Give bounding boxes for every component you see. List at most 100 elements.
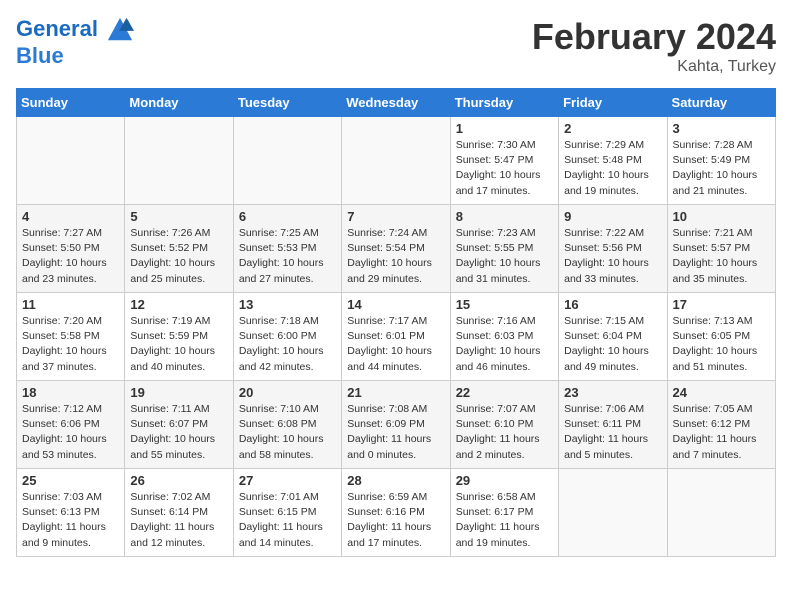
day-number: 10 (673, 209, 770, 224)
calendar-cell: 25Sunrise: 7:03 AM Sunset: 6:13 PM Dayli… (17, 469, 125, 557)
day-number: 4 (22, 209, 119, 224)
calendar-cell: 22 Sunrise: 7:07 AM Sunset: 6:10 PM Dayli… (450, 381, 558, 469)
day-info: Sunrise: 7:30 AM Sunset: 5:47 PM Dayligh… (456, 138, 553, 199)
day-number: 23 (564, 385, 661, 400)
logo: General Blue (16, 16, 134, 68)
day-info: Sunrise: 7:15 AM Sunset: 6:04 PM Dayligh… (564, 314, 661, 375)
day-info: Sunrise: 7:06 AM Sunset: 6:11 PM Dayligh… (564, 402, 661, 463)
calendar-cell: 14 Sunrise: 7:17 AM Sunset: 6:01 PM Dayli… (342, 293, 450, 381)
calendar-cell: 16 Sunrise: 7:15 AM Sunset: 6:04 PM Dayli… (559, 293, 667, 381)
day-info: Sunrise: 7:28 AM Sunset: 5:49 PM Dayligh… (673, 138, 770, 199)
day-info: Sunrise: 7:16 AM Sunset: 6:03 PM Dayligh… (456, 314, 553, 375)
calendar-cell: 4 Sunrise: 7:27 AM Sunset: 5:50 PM Daylig… (17, 205, 125, 293)
calendar-cell (125, 117, 233, 205)
day-number: 9 (564, 209, 661, 224)
calendar-cell: 26 Sunrise: 7:02 AM Sunset: 6:14 PM Dayli… (125, 469, 233, 557)
calendar-cell: 10 Sunrise: 7:21 AM Sunset: 5:57 PM Dayli… (667, 205, 775, 293)
day-number: 24 (673, 385, 770, 400)
day-info: Sunrise: 7:21 AM Sunset: 5:57 PM Dayligh… (673, 226, 770, 287)
page-header: General Blue February 2024 Kahta, Turkey (16, 16, 776, 76)
month-title: February 2024 (532, 16, 776, 58)
day-info: Sunrise: 7:03 AM Sunset: 6:13 PM Dayligh… (22, 490, 119, 551)
calendar-cell (559, 469, 667, 557)
day-info: Sunrise: 6:58 AM Sunset: 6:17 PM Dayligh… (456, 490, 553, 551)
day-info: Sunrise: 7:02 AM Sunset: 6:14 PM Dayligh… (130, 490, 227, 551)
calendar-cell: 23 Sunrise: 7:06 AM Sunset: 6:11 PM Dayli… (559, 381, 667, 469)
calendar-cell: 3 Sunrise: 7:28 AM Sunset: 5:49 PM Daylig… (667, 117, 775, 205)
calendar-cell: 5 Sunrise: 7:26 AM Sunset: 5:52 PM Daylig… (125, 205, 233, 293)
day-info: Sunrise: 7:24 AM Sunset: 5:54 PM Dayligh… (347, 226, 444, 287)
day-info: Sunrise: 7:01 AM Sunset: 6:15 PM Dayligh… (239, 490, 336, 551)
calendar-cell: 15 Sunrise: 7:16 AM Sunset: 6:03 PM Dayli… (450, 293, 558, 381)
day-number: 14 (347, 297, 444, 312)
weekday-header-sunday: Sunday (17, 89, 125, 117)
calendar-cell (233, 117, 341, 205)
weekday-header-tuesday: Tuesday (233, 89, 341, 117)
calendar-cell: 18 Sunrise: 7:12 AM Sunset: 6:06 PM Dayli… (17, 381, 125, 469)
calendar-cell: 29 Sunrise: 6:58 AM Sunset: 6:17 PM Dayli… (450, 469, 558, 557)
day-number: 29 (456, 473, 553, 488)
day-info: Sunrise: 7:26 AM Sunset: 5:52 PM Dayligh… (130, 226, 227, 287)
day-info: Sunrise: 7:07 AM Sunset: 6:10 PM Dayligh… (456, 402, 553, 463)
logo-text: General (16, 16, 134, 44)
day-info: Sunrise: 7:27 AM Sunset: 5:50 PM Dayligh… (22, 226, 119, 287)
weekday-header-monday: Monday (125, 89, 233, 117)
day-number: 15 (456, 297, 553, 312)
day-number: 16 (564, 297, 661, 312)
day-number: 27 (239, 473, 336, 488)
calendar-cell (342, 117, 450, 205)
day-number: 6 (239, 209, 336, 224)
day-info: Sunrise: 7:12 AM Sunset: 6:06 PM Dayligh… (22, 402, 119, 463)
day-number: 28 (347, 473, 444, 488)
day-number: 13 (239, 297, 336, 312)
title-block: February 2024 Kahta, Turkey (532, 16, 776, 76)
calendar-cell: 11Sunrise: 7:20 AM Sunset: 5:58 PM Dayli… (17, 293, 125, 381)
calendar-cell (667, 469, 775, 557)
day-number: 19 (130, 385, 227, 400)
day-number: 17 (673, 297, 770, 312)
calendar-cell (17, 117, 125, 205)
calendar-table: SundayMondayTuesdayWednesdayThursdayFrid… (16, 88, 776, 557)
day-info: Sunrise: 7:18 AM Sunset: 6:00 PM Dayligh… (239, 314, 336, 375)
day-info: Sunrise: 7:17 AM Sunset: 6:01 PM Dayligh… (347, 314, 444, 375)
day-info: Sunrise: 7:05 AM Sunset: 6:12 PM Dayligh… (673, 402, 770, 463)
weekday-header-wednesday: Wednesday (342, 89, 450, 117)
day-info: Sunrise: 7:20 AM Sunset: 5:58 PM Dayligh… (22, 314, 119, 375)
calendar-cell: 8Sunrise: 7:23 AM Sunset: 5:55 PM Daylig… (450, 205, 558, 293)
calendar-cell: 17 Sunrise: 7:13 AM Sunset: 6:05 PM Dayli… (667, 293, 775, 381)
day-info: Sunrise: 7:11 AM Sunset: 6:07 PM Dayligh… (130, 402, 227, 463)
day-info: Sunrise: 6:59 AM Sunset: 6:16 PM Dayligh… (347, 490, 444, 551)
day-info: Sunrise: 7:08 AM Sunset: 6:09 PM Dayligh… (347, 402, 444, 463)
day-number: 2 (564, 121, 661, 136)
day-number: 12 (130, 297, 227, 312)
calendar-cell: 13 Sunrise: 7:18 AM Sunset: 6:00 PM Dayli… (233, 293, 341, 381)
day-info: Sunrise: 7:10 AM Sunset: 6:08 PM Dayligh… (239, 402, 336, 463)
day-info: Sunrise: 7:13 AM Sunset: 6:05 PM Dayligh… (673, 314, 770, 375)
calendar-cell: 27 Sunrise: 7:01 AM Sunset: 6:15 PM Dayli… (233, 469, 341, 557)
day-number: 1 (456, 121, 553, 136)
day-info: Sunrise: 7:19 AM Sunset: 5:59 PM Dayligh… (130, 314, 227, 375)
day-info: Sunrise: 7:23 AM Sunset: 5:55 PM Dayligh… (456, 226, 553, 287)
day-number: 3 (673, 121, 770, 136)
calendar-cell: 21Sunrise: 7:08 AM Sunset: 6:09 PM Dayli… (342, 381, 450, 469)
day-number: 18 (22, 385, 119, 400)
day-number: 5 (130, 209, 227, 224)
location: Kahta, Turkey (532, 58, 776, 76)
day-number: 22 (456, 385, 553, 400)
day-number: 26 (130, 473, 227, 488)
weekday-header-thursday: Thursday (450, 89, 558, 117)
weekday-header-saturday: Saturday (667, 89, 775, 117)
weekday-header-friday: Friday (559, 89, 667, 117)
calendar-cell: 6 Sunrise: 7:25 AM Sunset: 5:53 PM Daylig… (233, 205, 341, 293)
logo-blue: Blue (16, 44, 134, 68)
calendar-cell: 9 Sunrise: 7:22 AM Sunset: 5:56 PM Daylig… (559, 205, 667, 293)
calendar-cell: 19 Sunrise: 7:11 AM Sunset: 6:07 PM Dayli… (125, 381, 233, 469)
calendar-cell: 1 Sunrise: 7:30 AM Sunset: 5:47 PM Daylig… (450, 117, 558, 205)
calendar-cell: 24 Sunrise: 7:05 AM Sunset: 6:12 PM Dayli… (667, 381, 775, 469)
day-info: Sunrise: 7:22 AM Sunset: 5:56 PM Dayligh… (564, 226, 661, 287)
day-info: Sunrise: 7:25 AM Sunset: 5:53 PM Dayligh… (239, 226, 336, 287)
day-info: Sunrise: 7:29 AM Sunset: 5:48 PM Dayligh… (564, 138, 661, 199)
calendar-cell: 2 Sunrise: 7:29 AM Sunset: 5:48 PM Daylig… (559, 117, 667, 205)
day-number: 7 (347, 209, 444, 224)
calendar-cell: 28 Sunrise: 6:59 AM Sunset: 6:16 PM Dayli… (342, 469, 450, 557)
